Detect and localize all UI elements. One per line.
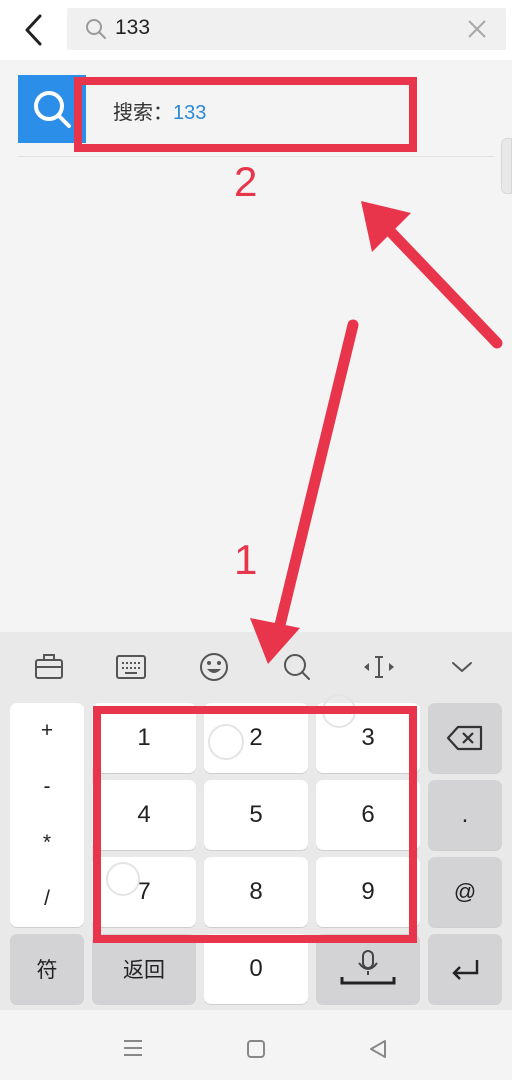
arrow-to-keypad (274, 319, 359, 631)
annotation-arrows (250, 201, 503, 664)
arrow-to-suggestion (382, 223, 503, 349)
arrowhead-to-keypad (250, 618, 300, 664)
